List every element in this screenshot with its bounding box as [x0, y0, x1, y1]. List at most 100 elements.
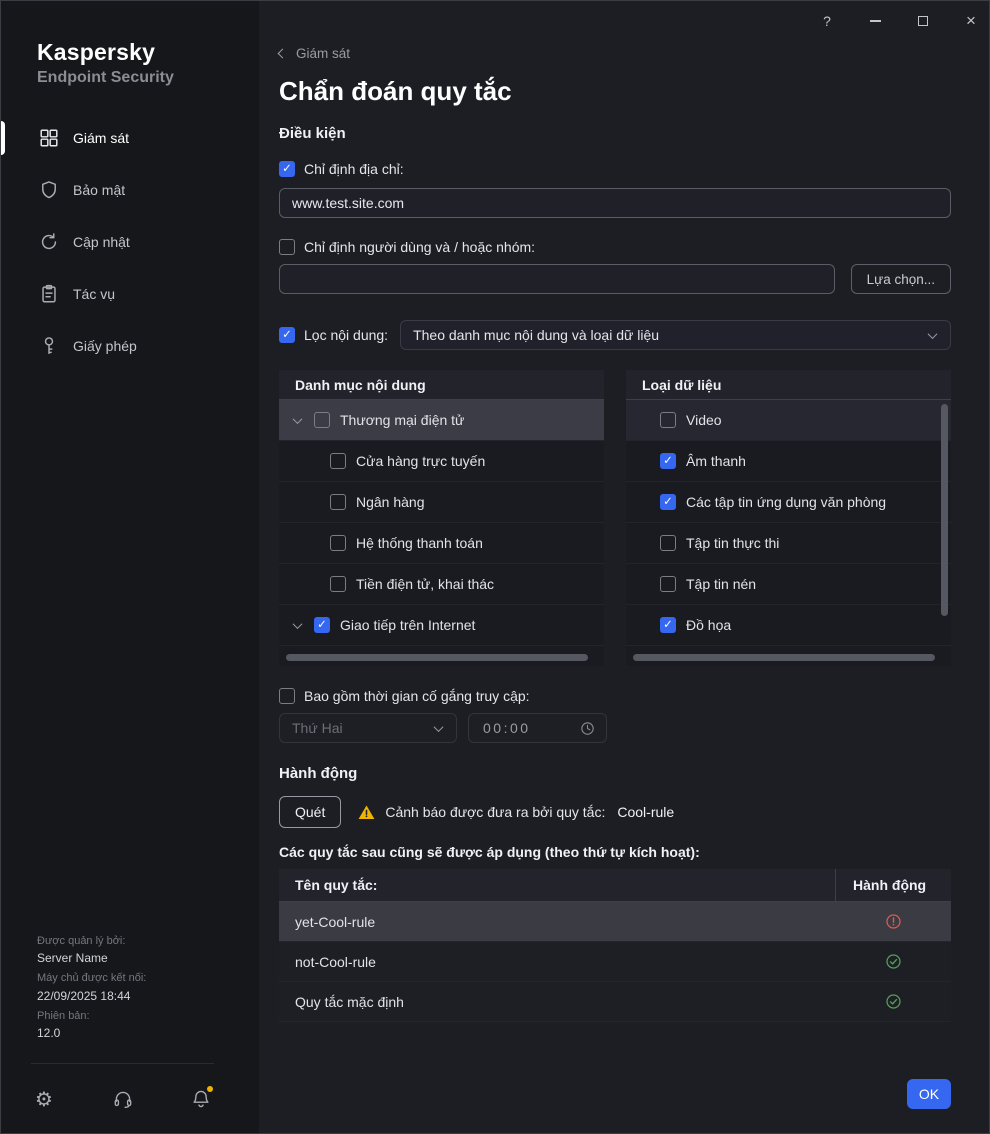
- category-checkbox[interactable]: [330, 576, 346, 592]
- datatype-checkbox[interactable]: [660, 535, 676, 551]
- rules-table: Tên quy tắc: Hành động yet-Cool-rule not…: [279, 869, 951, 1022]
- list-item[interactable]: Ngân hàng: [279, 482, 604, 523]
- time-checkbox[interactable]: [279, 688, 295, 704]
- action-heading: Hành động: [279, 765, 358, 782]
- sidebar-footer: ⚙: [31, 1063, 214, 1133]
- list-item[interactable]: Thương mại điện tử: [279, 400, 604, 441]
- list-item[interactable]: Cửa hàng trực tuyến: [279, 441, 604, 482]
- vertical-scrollbar[interactable]: [941, 404, 948, 616]
- list-item-label: Đồ họa: [686, 617, 732, 633]
- list-item-label: Các tập tin ứng dụng văn phòng: [686, 494, 887, 510]
- category-checkbox[interactable]: [314, 617, 330, 633]
- chevron-down-icon: [927, 328, 938, 339]
- back-link[interactable]: Giám sát: [277, 43, 350, 63]
- rule-status: [835, 912, 951, 931]
- page-title: Chẩn đoán quy tắc: [279, 76, 512, 106]
- category-checkbox[interactable]: [330, 453, 346, 469]
- app-window: ? × Kaspersky Endpoint Security Giám sát: [0, 0, 990, 1134]
- refresh-icon: [37, 230, 61, 254]
- filter-type-value: Theo danh mục nội dung và loại dữ liệu: [413, 327, 660, 343]
- clock-icon: [581, 721, 594, 735]
- version-value: 12.0: [37, 1026, 61, 1040]
- sidebar-item-tasks[interactable]: Tác vụ: [1, 268, 259, 320]
- category-checkbox[interactable]: [314, 412, 330, 428]
- version-label: Phiên bản:: [37, 1009, 90, 1022]
- list-item[interactable]: Giao tiếp trên Internet: [279, 605, 604, 646]
- users-checkbox[interactable]: [279, 239, 295, 255]
- time-input[interactable]: 00:00: [468, 713, 607, 743]
- horizontal-scrollbar[interactable]: [633, 654, 935, 661]
- address-checkbox[interactable]: [279, 161, 295, 177]
- rule-name-column-header[interactable]: Tên quy tắc:: [279, 869, 835, 901]
- sidebar-item-label: Tác vụ: [73, 286, 116, 302]
- time-checkbox-row[interactable]: Bao gồm thời gian cố gắng truy cập:: [279, 686, 530, 706]
- sidebar-item-license[interactable]: Giấy phép: [1, 320, 259, 372]
- check-circle-icon: [885, 954, 901, 969]
- brand-endpoint-security: Endpoint Security: [37, 69, 174, 86]
- close-button[interactable]: ×: [961, 9, 981, 33]
- minimize-button[interactable]: [865, 9, 885, 33]
- monitoring-grid-icon: [37, 126, 61, 150]
- sidebar-item-monitoring[interactable]: Giám sát: [1, 112, 259, 164]
- rules-table-header: Tên quy tắc: Hành động: [279, 869, 951, 902]
- category-checkbox[interactable]: [330, 494, 346, 510]
- address-checkbox-row[interactable]: Chỉ định địa chỉ:: [279, 159, 404, 179]
- list-item[interactable]: Các tập tin ứng dụng văn phòng: [626, 482, 951, 523]
- sidebar-item-security[interactable]: Bảo mật: [1, 164, 259, 216]
- filter-checkbox[interactable]: [279, 327, 295, 343]
- list-item[interactable]: Âm thanh: [626, 441, 951, 482]
- expand-chevron-icon[interactable]: [290, 413, 304, 424]
- table-row[interactable]: yet-Cool-rule: [279, 902, 951, 942]
- scrollbar-thumb[interactable]: [286, 654, 588, 661]
- time-value: 00:00: [483, 720, 531, 736]
- notification-dot: [207, 1085, 213, 1092]
- users-checkbox-label: Chỉ định người dùng và / hoặc nhóm:: [304, 239, 536, 255]
- server-connected-value: 22/09/2025 18:44: [37, 988, 131, 1003]
- filter-type-select[interactable]: Theo danh mục nội dung và loại dữ liệu: [400, 320, 951, 350]
- scrollbar-thumb[interactable]: [633, 654, 935, 661]
- horizontal-scrollbar[interactable]: [286, 654, 597, 661]
- warning-triangle-icon: [357, 803, 376, 822]
- window-controls: ? ×: [817, 9, 981, 33]
- expand-chevron-icon[interactable]: [290, 618, 304, 629]
- scan-button[interactable]: Quét: [279, 796, 342, 828]
- datatype-checkbox[interactable]: [660, 453, 676, 469]
- ok-button[interactable]: OK: [907, 1079, 951, 1109]
- address-input[interactable]: [279, 188, 951, 218]
- select-users-button[interactable]: Lựa chọn...: [850, 264, 951, 294]
- key-icon: [37, 334, 61, 358]
- notifications-button[interactable]: [188, 1085, 214, 1112]
- minimize-icon: [869, 20, 881, 22]
- datatype-checkbox[interactable]: [660, 617, 676, 633]
- rule-action-column-header[interactable]: Hành động: [835, 869, 951, 901]
- maximize-button[interactable]: [913, 9, 933, 33]
- help-button[interactable]: ?: [817, 9, 837, 33]
- chevron-down-icon: [433, 721, 444, 732]
- filter-checkbox-row[interactable]: Lọc nội dung:: [279, 325, 388, 345]
- list-item[interactable]: Đồ họa: [626, 605, 951, 646]
- list-item-label: Giao tiếp trên Internet: [340, 617, 476, 633]
- datatype-checkbox[interactable]: [660, 412, 676, 428]
- category-checkbox[interactable]: [330, 535, 346, 551]
- list-item[interactable]: Hệ thống thanh toán: [279, 523, 604, 564]
- day-select[interactable]: Thứ Hai: [279, 713, 457, 743]
- support-button[interactable]: [110, 1086, 136, 1112]
- table-row[interactable]: Quy tắc mặc định: [279, 982, 951, 1022]
- datatype-checkbox[interactable]: [660, 494, 676, 510]
- sidebar-item-label: Cập nhật: [73, 234, 130, 250]
- users-checkbox-row[interactable]: Chỉ định người dùng và / hoặc nhóm:: [279, 237, 535, 257]
- datatype-checkbox[interactable]: [660, 576, 676, 592]
- list-item[interactable]: Tiền điện tử, khai thác: [279, 564, 604, 605]
- settings-button[interactable]: ⚙: [31, 1086, 57, 1112]
- list-item-label: Tập tin nén: [686, 576, 757, 592]
- table-row[interactable]: not-Cool-rule: [279, 942, 951, 982]
- rule-name: not-Cool-rule: [295, 953, 376, 970]
- list-item[interactable]: Tập tin thực thi: [626, 523, 951, 564]
- users-input[interactable]: [279, 264, 835, 294]
- datatype-panel-header: Loại dữ liệu: [626, 370, 951, 400]
- sidebar-item-update[interactable]: Cập nhật: [1, 216, 259, 268]
- list-item-label: Âm thanh: [686, 453, 746, 469]
- list-item[interactable]: Video: [626, 400, 951, 441]
- day-select-value: Thứ Hai: [292, 720, 343, 736]
- list-item[interactable]: Tập tin nén: [626, 564, 951, 605]
